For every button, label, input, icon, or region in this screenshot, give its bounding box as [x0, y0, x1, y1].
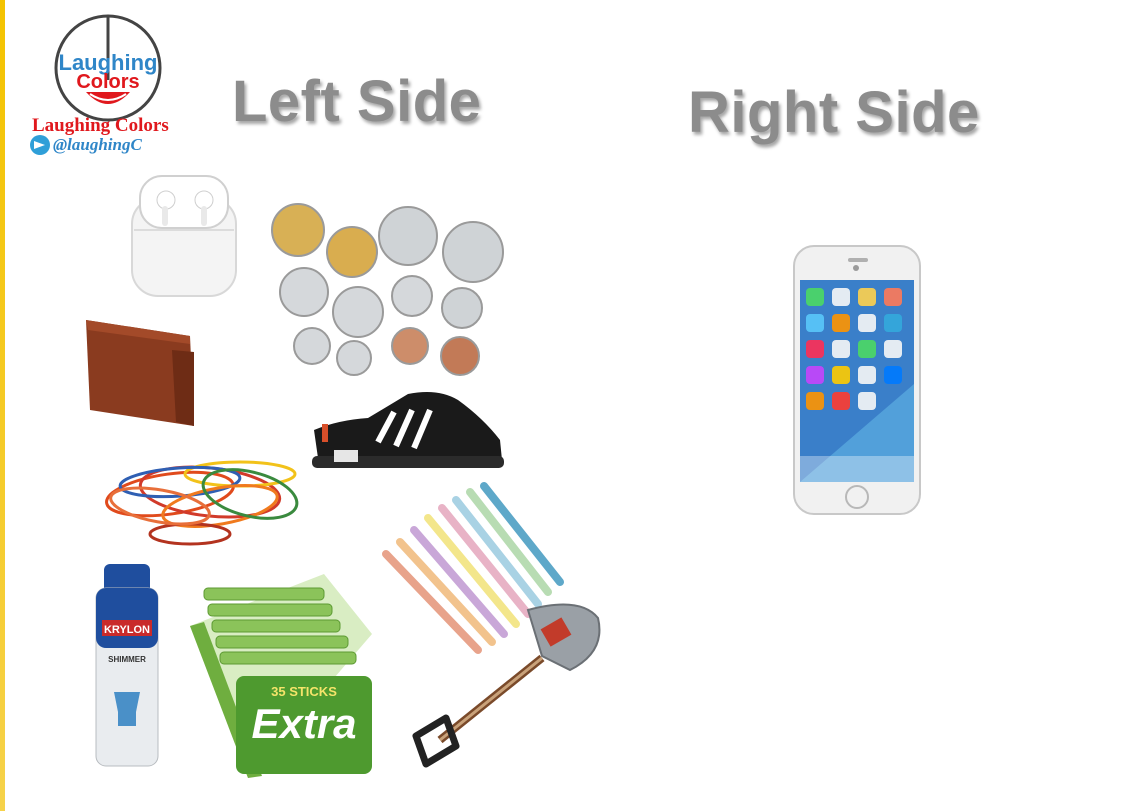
- rubber-bands-image: [105, 460, 299, 546]
- shovel-image: [412, 603, 601, 768]
- gum-box-image: 35 STICKS Extra: [190, 574, 372, 778]
- airpods-case-image: [131, 175, 237, 297]
- gum-count: 35 STICKS: [271, 684, 337, 699]
- spray-can-brand: KRYLON: [104, 624, 150, 636]
- logo-handle-row: @laughingC: [30, 135, 142, 155]
- left-side-heading: Left Side: [232, 69, 482, 134]
- wallet-image: [86, 320, 194, 426]
- sneaker-image: [312, 392, 504, 468]
- smartphone-image: [793, 245, 921, 515]
- spray-can-image: KRYLON SHIMMER: [95, 564, 159, 767]
- right-side-heading: Right Side: [688, 80, 980, 145]
- gum-brand: Extra: [251, 700, 356, 747]
- logo-name: Laughing Colors: [32, 115, 169, 136]
- left-border-stripe: [0, 0, 5, 811]
- coins-image: [271, 203, 504, 376]
- telegram-icon: [30, 135, 50, 155]
- logo-handle: @laughingC: [53, 135, 142, 154]
- logo-word-bottom: Colors: [76, 71, 139, 93]
- spray-can-label: SHIMMER: [108, 655, 146, 664]
